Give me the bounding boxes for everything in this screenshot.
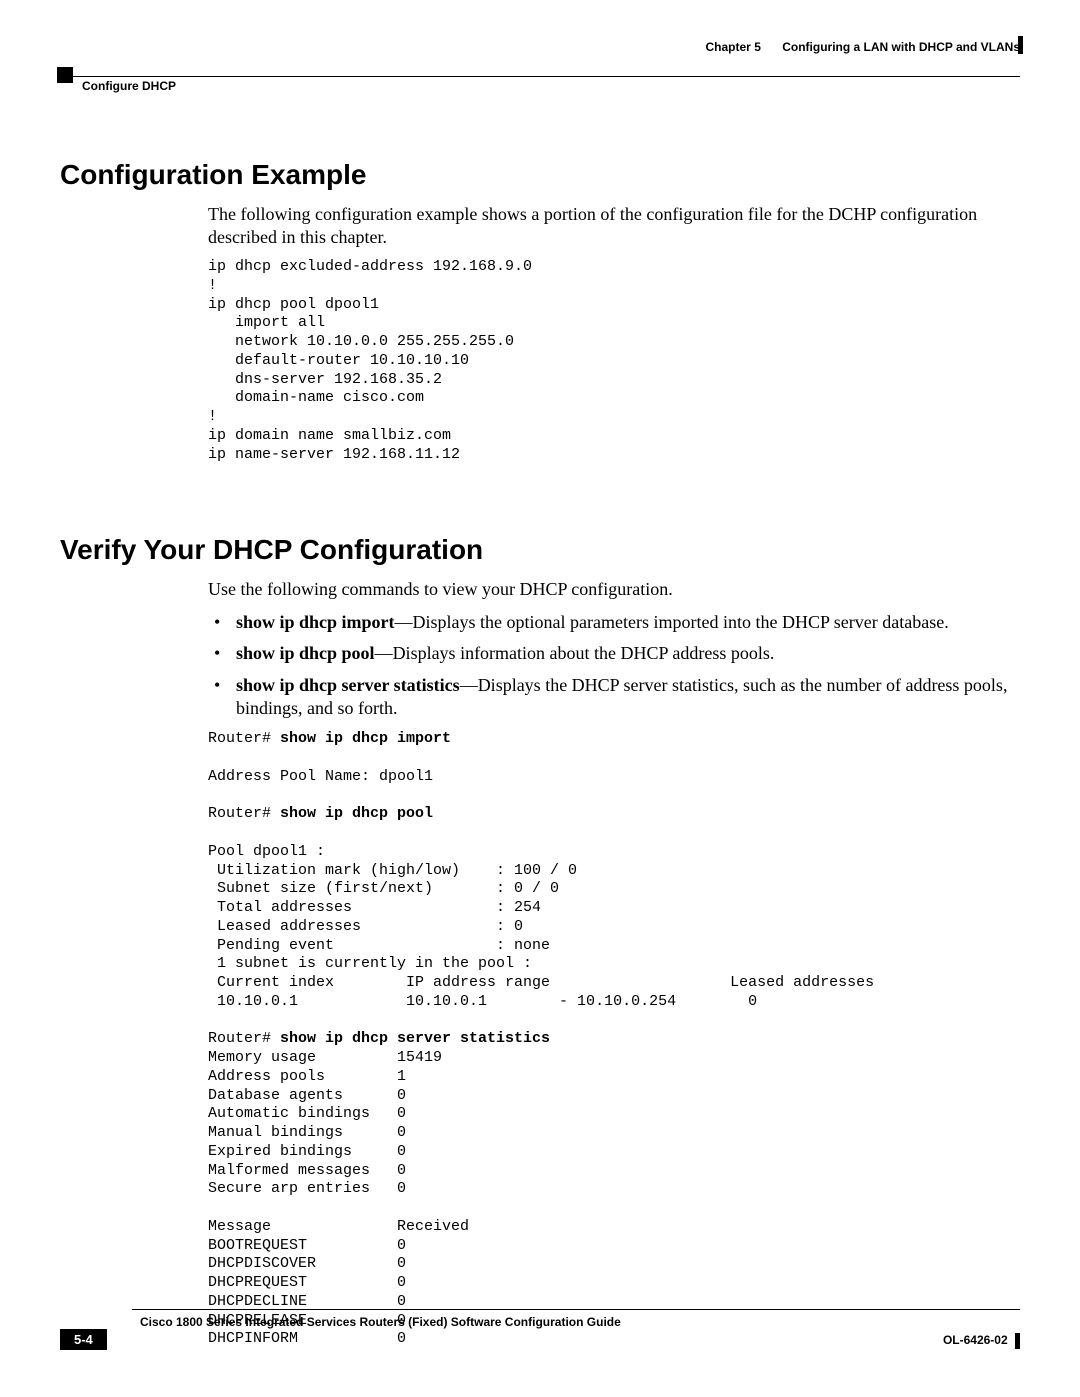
prompt: Router#: [208, 1030, 280, 1047]
running-section: Configure DHCP: [82, 79, 176, 93]
book-title: Cisco 1800 Series Integrated Services Ro…: [140, 1315, 1020, 1329]
section-title-verify: Verify Your DHCP Configuration: [60, 534, 1020, 566]
running-subhead: Configure DHCP: [60, 76, 1020, 99]
page: Chapter 5 Configuring a LAN with DHCP an…: [0, 0, 1080, 1397]
verify-output: Router# show ip dhcp import Address Pool…: [208, 730, 1010, 1349]
square-marker-icon: [57, 67, 73, 83]
list-item: show ip dhcp import—Displays the optiona…: [208, 611, 1010, 634]
page-number-badge: 5-4: [60, 1329, 107, 1350]
doc-id: OL-6426-02: [943, 1333, 1020, 1349]
output-body: Address Pool Name: dpool1: [208, 768, 433, 785]
page-header: Chapter 5 Configuring a LAN with DHCP an…: [60, 40, 1020, 70]
header-bar-icon: [1018, 36, 1023, 54]
header-right: Chapter 5 Configuring a LAN with DHCP an…: [706, 40, 1020, 54]
output-body: Pool dpool1 : Utilization mark (high/low…: [208, 843, 874, 1010]
list-item: show ip dhcp server statistics—Displays …: [208, 674, 1010, 721]
config-example-code: ip dhcp excluded-address 192.168.9.0 ! i…: [208, 258, 1010, 464]
section-title-config-example: Configuration Example: [60, 159, 1020, 191]
section2-intro: Use the following commands to view your …: [208, 578, 1010, 601]
cmd-desc: —Displays the optional parameters import…: [395, 612, 949, 632]
cmd-typed: show ip dhcp import: [280, 730, 451, 747]
output-body: Memory usage 15419 Address pools 1 Datab…: [208, 1049, 469, 1347]
chapter-number: Chapter 5: [706, 40, 761, 54]
chapter-title: Configuring a LAN with DHCP and VLANs: [782, 40, 1020, 54]
verify-command-list: show ip dhcp import—Displays the optiona…: [208, 611, 1010, 721]
cmd-typed: show ip dhcp server statistics: [280, 1030, 550, 1047]
section1-body: The following configuration example show…: [208, 203, 1010, 464]
list-item: show ip dhcp pool—Displays information a…: [208, 642, 1010, 665]
section2-body: Use the following commands to view your …: [208, 578, 1010, 1349]
footer-rule: [132, 1309, 1020, 1310]
footer-second-row: 5-4 OL-6426-02: [60, 1333, 1020, 1357]
doc-id-bar-icon: [1015, 1333, 1020, 1349]
cmd-name: show ip dhcp server statistics: [236, 675, 460, 695]
cmd-typed: show ip dhcp pool: [280, 805, 433, 822]
page-footer: Cisco 1800 Series Integrated Services Ro…: [60, 1308, 1020, 1357]
section1-intro: The following configuration example show…: [208, 203, 1010, 248]
cmd-desc: —Displays information about the DHCP add…: [375, 643, 775, 663]
prompt: Router#: [208, 730, 280, 747]
doc-id-text: OL-6426-02: [943, 1333, 1008, 1347]
footer-rule-wrap: [60, 1308, 1020, 1311]
cmd-name: show ip dhcp import: [236, 612, 395, 632]
cmd-name: show ip dhcp pool: [236, 643, 375, 663]
prompt: Router#: [208, 805, 280, 822]
